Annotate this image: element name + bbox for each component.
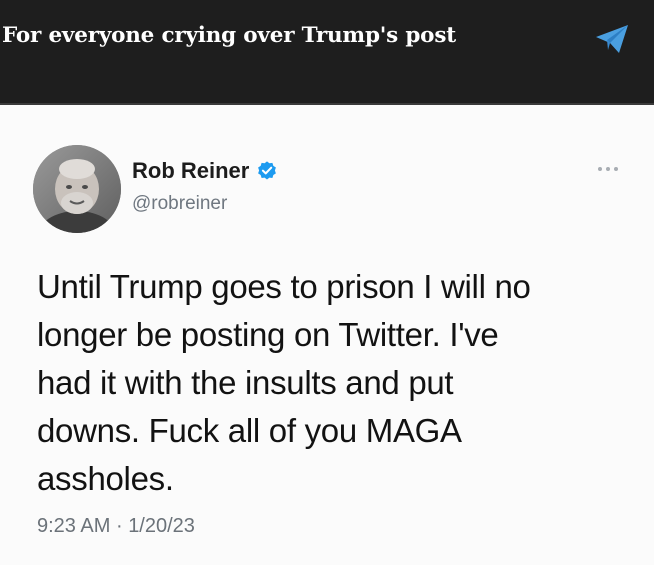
verified-badge-icon [258, 161, 277, 180]
telegram-send-icon [596, 25, 628, 53]
tweet-timestamp[interactable]: 9:23 AM · 1/20/23 [37, 515, 195, 538]
tweet-text-line: had it with the insults and put [37, 364, 454, 401]
tweet-date: 1/20/23 [128, 515, 195, 537]
caption-bar: For everyone crying over Trump's post [0, 0, 654, 103]
tweet-card: Rob Reiner @robreiner Until Trump goes t… [0, 103, 654, 565]
tweet-text-line: downs. Fuck all of you MAGA [37, 412, 462, 449]
display-name[interactable]: Rob Reiner [132, 158, 249, 184]
more-options-icon[interactable] [597, 165, 619, 173]
timestamp-separator: · [115, 515, 123, 537]
avatar[interactable] [33, 145, 121, 233]
profile-avatar-icon [33, 145, 121, 233]
tweet-text-line: longer be posting on Twitter. I've [37, 316, 499, 353]
author-name-row: Rob Reiner [132, 158, 278, 184]
screenshot-page: For everyone crying over Trump's post Ro… [0, 0, 654, 565]
caption-text: For everyone crying over Trump's post [2, 23, 456, 48]
tweet-text-line: assholes. [37, 460, 174, 497]
tweet-text-line: Until Trump goes to prison I will no [37, 268, 531, 305]
tweet-time: 9:23 AM [37, 515, 111, 537]
tweet-text: Until Trump goes to prison I will no lon… [37, 263, 637, 503]
handle[interactable]: @robreiner [132, 193, 227, 215]
